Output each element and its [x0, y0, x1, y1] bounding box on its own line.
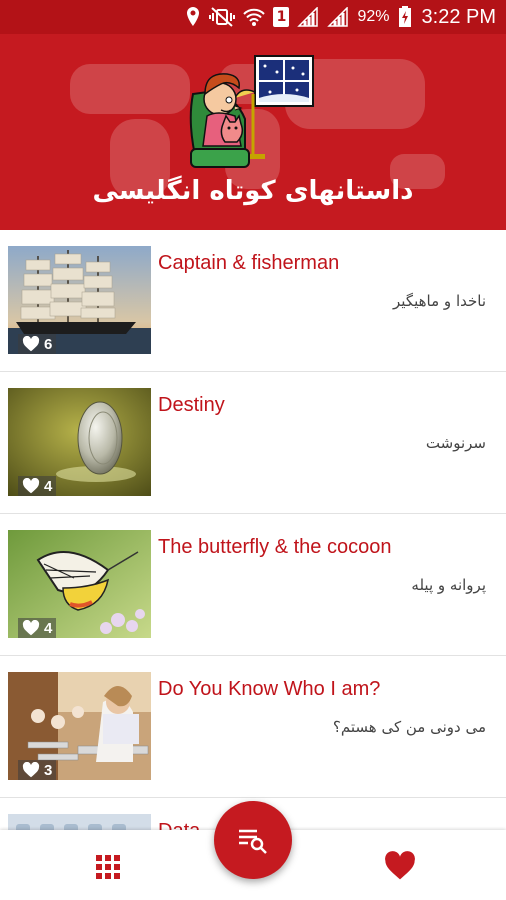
story-title-en[interactable]: Data [158, 820, 200, 830]
story-title-fa: ناخدا و ماهیگیر [393, 292, 486, 310]
heart-icon [22, 762, 40, 778]
story-title-en[interactable]: Do You Know Who I am? [158, 678, 380, 701]
heart-icon [22, 336, 40, 352]
story-title-en[interactable]: Destiny [158, 394, 225, 417]
location-icon [185, 6, 201, 28]
grid-icon[interactable] [93, 852, 123, 882]
story-thumbnail: 4 [8, 388, 151, 496]
story-title-fa: سرنوشت [425, 434, 486, 452]
story-title-fa: می دونی من کی هستم؟ [332, 718, 486, 736]
story-thumbnail: 3 [8, 672, 151, 780]
heart-icon [22, 620, 40, 636]
signal-icon-1 [297, 6, 319, 28]
app-logo [189, 55, 314, 168]
app-title: داستانهای کوتاه انگلیسی [92, 176, 414, 206]
story-title-en[interactable]: Captain & fisherman [158, 252, 339, 275]
story-item[interactable]: 4 Destiny سرنوشت [0, 372, 506, 514]
battery-percent: 92% [357, 8, 390, 25]
battery-charging-icon [398, 6, 412, 28]
app-header: داستانهای کوتاه انگلیسی [0, 34, 506, 230]
story-item[interactable]: 3 Do You Know Who I am? می دونی من کی هس… [0, 656, 506, 798]
vibrate-mute-icon [209, 6, 236, 28]
status-bar: 1 92% 3:22 PM [0, 0, 506, 34]
search-list-button[interactable] [214, 801, 292, 879]
like-count: 6 [18, 334, 57, 354]
signal-icon-2 [327, 6, 349, 28]
like-count-value: 3 [44, 761, 53, 779]
like-count-value: 4 [44, 477, 53, 495]
story-item[interactable]: 4 The butterfly & the cocoon پروانه و پی… [0, 514, 506, 656]
wifi-icon [243, 6, 266, 28]
story-list[interactable]: 6 Captain & fisherman ناخدا و ماهیگیر 4 [0, 230, 506, 830]
like-count-value: 4 [44, 619, 53, 637]
sim-badge: 1 [273, 7, 290, 27]
heart-icon[interactable] [384, 850, 416, 882]
story-item[interactable]: 6 Captain & fisherman ناخدا و ماهیگیر [0, 230, 506, 372]
story-thumbnail: 6 [8, 246, 151, 354]
story-thumbnail: 4 [8, 530, 151, 638]
search-list-icon [239, 829, 267, 854]
story-thumbnail [8, 814, 151, 830]
heart-icon [22, 478, 40, 494]
story-title-en[interactable]: The butterfly & the cocoon [158, 536, 391, 559]
like-count: 4 [18, 476, 57, 496]
story-title-fa: پروانه و پیله [411, 576, 486, 594]
clock: 3:22 PM [421, 5, 496, 28]
like-count-value: 6 [44, 335, 53, 353]
like-count: 3 [18, 760, 57, 780]
like-count: 4 [18, 618, 57, 638]
